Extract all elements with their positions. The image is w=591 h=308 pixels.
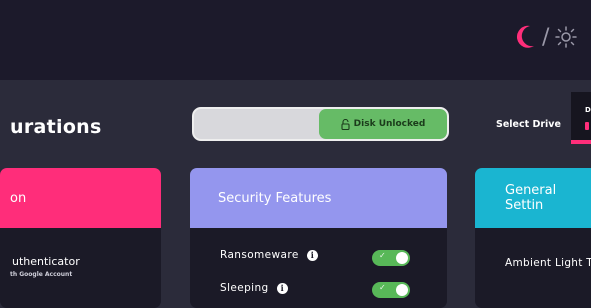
check-icon: ✓	[379, 251, 386, 260]
card-header: on	[0, 168, 161, 228]
general-settings-card: General Settin	[475, 168, 591, 308]
drive-letter: D	[585, 106, 591, 114]
ransomware-toggle[interactable]: ✓	[372, 250, 410, 266]
drive-selector[interactable]: D	[571, 92, 591, 144]
feature-row-ransomware: Ransomeware i	[220, 249, 318, 261]
card-header: General Settin	[475, 168, 591, 228]
select-drive-label: Select Drive	[496, 119, 561, 130]
card-header: Security Features	[190, 168, 447, 228]
authenticator-title: uthenticator	[12, 255, 80, 268]
card-body	[190, 228, 447, 308]
drive-indicator	[585, 122, 589, 130]
disk-status-label: Disk Unlocked	[353, 119, 426, 129]
unlock-icon	[341, 118, 350, 130]
sun-icon[interactable]	[555, 26, 578, 48]
disk-unlocked-segment[interactable]: Disk Unlocked	[319, 109, 447, 139]
feature-label: Ransomeware	[220, 249, 299, 261]
authenticator-subtitle: th Google Account	[10, 271, 73, 278]
toggle-knob	[396, 284, 408, 296]
info-icon[interactable]: i	[276, 282, 288, 294]
moon-icon[interactable]	[516, 24, 536, 50]
theme-separator: /	[542, 24, 550, 50]
setting-label-ambient-light: Ambient Light T	[505, 257, 591, 269]
disk-lock-toggle[interactable]: Disk Unlocked	[192, 107, 449, 141]
drive-selected-bar	[571, 140, 591, 144]
page-title: urations	[10, 116, 102, 138]
theme-toggle[interactable]: /	[516, 22, 578, 52]
authentication-card: on	[0, 168, 161, 308]
feature-row-sleeping: Sleeping i	[220, 282, 288, 294]
info-icon[interactable]: i	[306, 249, 318, 261]
sleeping-toggle[interactable]: ✓	[372, 282, 410, 298]
top-bar: /	[0, 0, 591, 80]
toggle-knob	[396, 252, 408, 264]
card-body	[0, 228, 161, 308]
feature-label: Sleeping	[220, 282, 269, 294]
